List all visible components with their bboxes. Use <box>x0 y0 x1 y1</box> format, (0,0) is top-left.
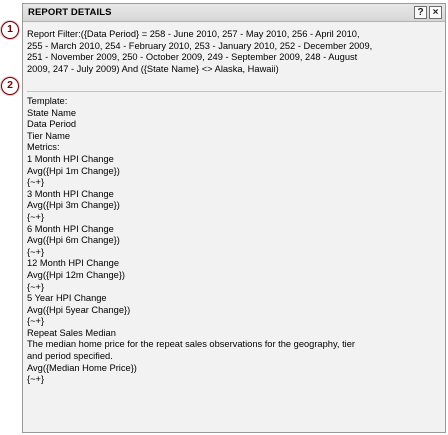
report-filter-text: Report Filter:({Data Period} = 258 - Jun… <box>27 29 442 75</box>
template-line: {~+} <box>27 316 45 327</box>
template-line: Repeat Sales Median <box>27 327 116 338</box>
template-line: Tier Name <box>27 130 71 141</box>
dialog-title: REPORT DETAILS <box>28 7 112 18</box>
template-line: State Name <box>27 107 77 118</box>
template-line: 1 Month HPI Change <box>27 153 114 164</box>
template-line: 6 Month HPI Change <box>27 223 114 234</box>
callout-2: 2 <box>1 77 19 95</box>
template-line: {~+} <box>27 246 45 257</box>
filter-line: Report Filter:({Data Period} = 258 - Jun… <box>27 29 360 39</box>
template-line: Metrics: <box>27 142 60 153</box>
report-details-panel: REPORT DETAILS ? × Report Filter:({Data … <box>22 3 446 433</box>
template-line: 5 Year HPI Change <box>27 293 107 304</box>
callout-1: 1 <box>1 21 19 39</box>
filter-line: 251 - November 2009, 250 - October 2009,… <box>27 52 358 63</box>
template-line: and period specified. <box>27 351 113 362</box>
template-line: {~+} <box>27 211 45 222</box>
details-body: Report Filter:({Data Period} = 258 - Jun… <box>27 29 442 429</box>
template-line: Avg({Median Home Price}) <box>27 362 137 373</box>
template-line: Template: <box>27 96 68 106</box>
help-button[interactable]: ? <box>414 6 427 19</box>
template-line: Avg({Hpi 1m Change}) <box>27 165 120 176</box>
filter-line: 2009, 247 - July 2009) And ({State Name}… <box>27 63 279 74</box>
template-line: 12 Month HPI Change <box>27 258 119 269</box>
template-line: The median home price for the repeat sal… <box>27 339 355 350</box>
template-line: Avg({Hpi 5year Change}) <box>27 304 131 315</box>
template-line: {~+} <box>27 281 45 292</box>
close-button[interactable]: × <box>429 6 442 19</box>
template-line: Avg({Hpi 3m Change}) <box>27 200 120 211</box>
template-line: Avg({Hpi 6m Change}) <box>27 235 120 246</box>
filter-line: 255 - March 2010, 254 - February 2010, 2… <box>27 40 373 51</box>
section-divider <box>27 91 442 92</box>
template-line: 3 Month HPI Change <box>27 188 114 199</box>
template-line: {~+} <box>27 374 45 385</box>
template-line: Avg({Hpi 12m Change}) <box>27 269 126 280</box>
title-bar: REPORT DETAILS ? × <box>23 4 445 22</box>
template-text: Template: State Name Data Period Tier Na… <box>27 96 442 386</box>
template-line: {~+} <box>27 177 45 188</box>
template-line: Data Period <box>27 119 77 130</box>
